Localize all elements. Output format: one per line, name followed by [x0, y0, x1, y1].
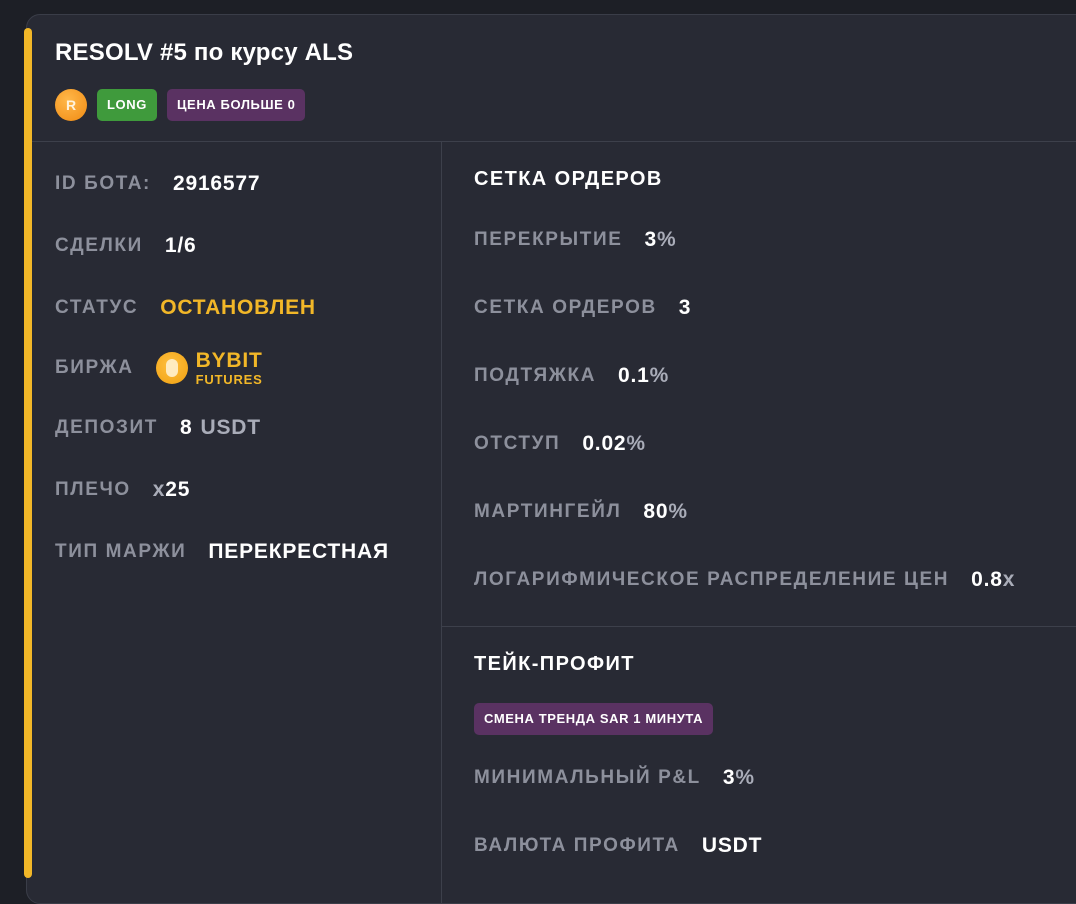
martingale-unit: % [668, 500, 688, 523]
margin-type-row: ТИП МАРЖИ ПЕРЕКРЕСТНАЯ [55, 540, 389, 564]
log-distribution-label: ЛОГАРИФМИЧЕСКОЕ РАСПРЕДЕЛЕНИЕ ЦЕН [474, 569, 950, 590]
take-profit-mode-badge: СМЕНА ТРЕНДА SAR 1 МИНУТА [474, 703, 714, 735]
exchange-row: БИРЖА BYBIT FUTURES [55, 350, 263, 386]
pullup-value: 0.1 [618, 364, 650, 387]
exchange-info: BYBIT FUTURES [155, 349, 263, 387]
bot-title: RESOLV #5 по курсу ALS [55, 39, 354, 66]
martingale-label: МАРТИНГЕЙЛ [474, 501, 622, 522]
pullup-unit: % [649, 364, 670, 387]
condition-badge: ЦЕНА БОЛЬШЕ 0 [166, 89, 306, 121]
log-distribution-row: ЛОГАРИФМИЧЕСКОЕ РАСПРЕДЕЛЕНИЕ ЦЕН 0.8 x [474, 568, 1015, 592]
bot-badges: R LONG ЦЕНА БОЛЬШЕ 0 [55, 89, 306, 121]
deals-label: СДЕЛКИ [55, 235, 143, 256]
min-pnl-label: МИНИМАЛЬНЫЙ P&L [474, 767, 701, 788]
overlap-label: ПЕРЕКРЫТИЕ [474, 229, 623, 250]
profit-currency-label: ВАЛЮТА ПРОФИТА [474, 835, 680, 856]
overlap-value: 3 [644, 228, 657, 251]
exchange-type: FUTURES [195, 372, 263, 387]
leverage-value: 25 [165, 478, 191, 501]
min-pnl-value: 3 [722, 766, 736, 789]
deals-row: СДЕЛКИ 1/6 [55, 234, 196, 258]
order-grid-title: СЕТКА ОРДЕРОВ [474, 168, 663, 190]
bybit-logo-icon [155, 352, 188, 384]
bot-id-row: ID БОТА: 2916577 [55, 172, 260, 196]
indent-row: ОТСТУП 0.02 % [474, 432, 646, 456]
order-count-value: 3 [678, 296, 692, 319]
take-profit-title: ТЕЙК-ПРОФИТ [474, 653, 635, 675]
margin-type-value: ПЕРЕКРЕСТНАЯ [208, 540, 389, 563]
indent-value: 0.02 [582, 432, 627, 455]
deposit-value: 8 [180, 416, 193, 439]
log-distribution-value: 0.8 [971, 568, 1003, 591]
indent-unit: % [626, 432, 646, 455]
min-pnl-row: МИНИМАЛЬНЫЙ P&L 3 % [474, 766, 755, 790]
bot-id-value: 2916577 [172, 172, 261, 195]
profit-currency-value: USDT [701, 834, 763, 857]
status-value: ОСТАНОВЛЕН [160, 296, 316, 319]
profit-currency-row: ВАЛЮТА ПРОФИТА USDT [474, 834, 762, 858]
order-count-row: СЕТКА ОРДЕРОВ 3 [474, 296, 691, 320]
direction-badge: LONG [97, 89, 157, 121]
martingale-value: 80 [643, 500, 669, 523]
bot-card-header: RESOLV #5 по курсу ALS R LONG ЦЕНА БОЛЬШ… [27, 15, 1076, 142]
overlap-unit: % [656, 228, 677, 251]
log-distribution-unit: x [1002, 568, 1016, 591]
pullup-label: ПОДТЯЖКА [474, 365, 597, 386]
exchange-name: BYBIT [195, 349, 263, 372]
min-pnl-unit: % [735, 766, 755, 789]
exchange-label: БИРЖА [55, 357, 134, 378]
deals-value: 1/6 [164, 234, 197, 257]
deposit-row: ДЕПОЗИТ 8 USDT [55, 416, 261, 440]
margin-type-label: ТИП МАРЖИ [55, 541, 187, 562]
indent-label: ОТСТУП [474, 433, 561, 454]
resolv-coin-icon: R [55, 89, 87, 121]
status-label: СТАТУС [55, 297, 139, 318]
bot-info-panel: ID БОТА: 2916577 СДЕЛКИ 1/6 СТАТУС ОСТАН… [27, 142, 442, 903]
martingale-row: МАРТИНГЕЙЛ 80 % [474, 500, 688, 524]
pullup-row: ПОДТЯЖКА 0.1 % [474, 364, 669, 388]
leverage-prefix: x [152, 478, 166, 501]
overlap-row: ПЕРЕКРЫТИЕ 3 % [474, 228, 676, 252]
order-count-label: СЕТКА ОРДЕРОВ [474, 297, 657, 318]
section-divider [442, 626, 1076, 627]
leverage-label: ПЛЕЧО [55, 479, 131, 500]
status-row: СТАТУС ОСТАНОВЛЕН [55, 296, 316, 320]
bot-card[interactable]: RESOLV #5 по курсу ALS R LONG ЦЕНА БОЛЬШ… [26, 14, 1076, 904]
deposit-unit: USDT [200, 416, 261, 439]
deposit-label: ДЕПОЗИТ [55, 417, 159, 438]
bot-id-label: ID БОТА: [55, 173, 151, 194]
card-accent-bar [24, 28, 32, 878]
bot-settings-panel: СЕТКА ОРДЕРОВ ПЕРЕКРЫТИЕ 3 % СЕТКА ОРДЕР… [442, 142, 1076, 903]
leverage-row: ПЛЕЧО x 25 [55, 478, 190, 502]
